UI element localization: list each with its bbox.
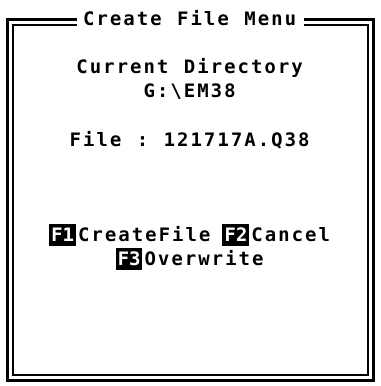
overwrite-label: Overwrite bbox=[144, 248, 266, 270]
overwrite-button[interactable]: F3 Overwrite bbox=[115, 248, 266, 270]
dialog-title: Create File Menu bbox=[76, 6, 305, 32]
create-file-label: CreateFile bbox=[77, 224, 213, 246]
current-directory-value: G:\EM38 bbox=[143, 80, 238, 102]
f3-key-label: F3 bbox=[115, 248, 143, 270]
f2-key-label: F2 bbox=[222, 224, 250, 246]
create-file-button[interactable]: F1 CreateFile bbox=[49, 224, 212, 246]
cancel-label: Cancel bbox=[251, 224, 332, 246]
current-directory-label: Current Directory bbox=[76, 56, 305, 78]
file-name-line: File : 121717A.Q38 bbox=[69, 129, 312, 151]
f1-key-label: F1 bbox=[49, 224, 76, 246]
function-key-row-1: F1 CreateFile F2 Cancel bbox=[6, 224, 375, 246]
function-key-row-2: F3 Overwrite bbox=[6, 248, 375, 270]
create-file-dialog: Create File Menu Current Directory G:\EM… bbox=[6, 4, 375, 382]
cancel-button[interactable]: F2 Cancel bbox=[222, 224, 332, 246]
dialog-title-bar: Create File Menu bbox=[6, 6, 375, 32]
